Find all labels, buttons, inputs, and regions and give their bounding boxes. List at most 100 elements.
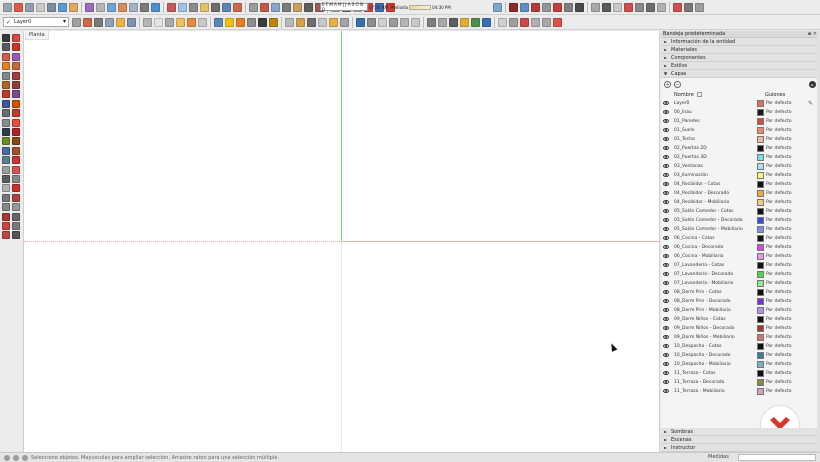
toolbar-button-icon[interactable] (613, 2, 622, 12)
layer-dash-type[interactable]: Por defecto (766, 101, 792, 106)
toolbar-button-icon[interactable] (307, 17, 316, 27)
tool-icon[interactable] (12, 62, 20, 71)
tool-icon[interactable] (2, 118, 10, 127)
toolbar-button-icon[interactable] (329, 17, 338, 27)
visibility-eye-icon[interactable] (663, 308, 669, 312)
layer-color-swatch[interactable] (757, 181, 764, 188)
layer-color-swatch[interactable] (757, 289, 764, 296)
tool-icon[interactable] (2, 156, 10, 165)
layer-dash-type[interactable]: Por defecto (766, 218, 792, 223)
layer-row[interactable]: Layer0 Por defecto ✎ (661, 99, 820, 108)
toolbar-button-icon[interactable] (189, 2, 198, 12)
layer-row[interactable]: 09_Dorm Niños - Mobiliario Por defecto (661, 333, 820, 342)
toolbar-button-icon[interactable] (438, 17, 447, 27)
layer-color-swatch[interactable] (757, 100, 764, 107)
tray-section[interactable]: ► Escenas (661, 436, 820, 444)
layer-dash-type[interactable]: Por defecto (766, 326, 792, 331)
drawing-viewport[interactable]: Planta (24, 31, 660, 452)
toolbar-button-icon[interactable] (58, 2, 67, 12)
toolbar-button-icon[interactable] (520, 17, 529, 27)
toolbar-button-icon[interactable] (165, 17, 174, 27)
layer-row[interactable]: 10_Despacho - Mobiliario Por defecto (661, 360, 820, 369)
toolbar-button-icon[interactable] (531, 2, 540, 12)
toolbar-button-icon[interactable] (83, 17, 92, 27)
visibility-eye-icon[interactable] (663, 173, 669, 177)
layer-dash-type[interactable]: Por defecto (766, 371, 792, 376)
toolbar-button-icon[interactable] (236, 17, 245, 27)
toolbar-button-icon[interactable] (94, 17, 103, 27)
layer-name[interactable]: 01_Techo (674, 137, 695, 142)
layer-row[interactable]: 06_Cocina - Cotas Por defecto (661, 234, 820, 243)
tool-icon[interactable] (2, 90, 10, 99)
layer-row[interactable]: 00_Inau Por defecto (661, 108, 820, 117)
remove-layer-button[interactable]: − (674, 81, 681, 88)
tool-icon[interactable] (2, 175, 10, 183)
toolbar-button-icon[interactable] (293, 2, 302, 12)
toolbar-button-icon[interactable] (657, 2, 666, 12)
toolbar-button-icon[interactable] (575, 2, 584, 12)
toolbar-button-icon[interactable] (211, 2, 220, 12)
toolbar-button-icon[interactable] (154, 17, 163, 27)
layer-dash-type[interactable]: Por defecto (766, 155, 792, 160)
visibility-eye-icon[interactable] (663, 128, 669, 132)
toolbar-button-icon[interactable] (36, 2, 45, 12)
visibility-eye-icon[interactable] (663, 272, 669, 276)
layer-row[interactable]: 08_Dorm Prin - Cotas Por defecto (661, 288, 820, 297)
layer-color-swatch[interactable] (757, 136, 764, 143)
layer-name[interactable]: 02_Puertas 3D (674, 155, 707, 160)
toolbar-button-icon[interactable] (564, 2, 573, 12)
layer-dash-type[interactable]: Por defecto (766, 317, 792, 322)
details-icon[interactable]: ▸ (809, 81, 816, 88)
tray-section[interactable]: ► Materiales (661, 46, 820, 54)
toolbar-button-icon[interactable] (69, 2, 78, 12)
tool-icon[interactable] (12, 156, 20, 165)
visibility-eye-icon[interactable] (663, 263, 669, 267)
toolbar-button-icon[interactable] (214, 17, 223, 27)
tool-icon[interactable] (2, 193, 10, 202)
layer-row[interactable]: 04_Recibidor - Mobiliario Por defecto (661, 198, 820, 207)
layer-color-swatch[interactable] (757, 253, 764, 260)
layer-row[interactable]: 04_Recibidor - Cotas Por defecto (661, 180, 820, 189)
toolbar-button-icon[interactable] (96, 2, 105, 12)
layer-color-swatch[interactable] (757, 109, 764, 116)
tray-section[interactable]: ► Componentes (661, 54, 820, 62)
collapsed-icon[interactable]: ► (664, 55, 669, 60)
geo-location-icon[interactable] (4, 454, 10, 461)
toolbar-button-icon[interactable] (493, 2, 502, 12)
tool-icon[interactable] (12, 193, 20, 202)
visibility-eye-icon[interactable] (663, 380, 669, 384)
tool-icon[interactable] (12, 212, 20, 221)
toolbar-button-icon[interactable] (285, 17, 294, 27)
tool-icon[interactable] (2, 137, 10, 146)
layer-row[interactable]: 05_Salón Comedor - Decorado Por defecto (661, 216, 820, 225)
visibility-eye-icon[interactable] (663, 326, 669, 330)
visibility-eye-icon[interactable] (663, 245, 669, 249)
tool-icon[interactable] (12, 90, 20, 99)
layer-row[interactable]: 01_Techo Por defecto (661, 135, 820, 144)
layer-row[interactable]: 11_Terraza - Decorado Por defecto (661, 378, 820, 387)
layer-dash-type[interactable]: Por defecto (766, 164, 792, 169)
layer-name[interactable]: 03_Iluminación (674, 173, 708, 178)
layer-row[interactable]: 07_Lavandería - Cotas Por defecto (661, 261, 820, 270)
layer-name[interactable]: 11_Terraza - Decorado (674, 380, 724, 385)
tool-icon[interactable] (12, 184, 20, 193)
layer-name[interactable]: 08_Dorm Prin - Mobiliario (674, 308, 731, 313)
layer-dash-type[interactable]: Por defecto (766, 389, 792, 394)
layer-color-swatch[interactable] (757, 370, 764, 377)
layer-name[interactable]: 01_Paredes (674, 119, 700, 124)
layer-name[interactable]: 05_Salón Comedor - Cotas (674, 209, 734, 214)
layer-name[interactable]: 10_Despacho - Mobiliario (674, 362, 731, 367)
layer-color-swatch[interactable] (757, 217, 764, 224)
tray-section[interactable]: ► Sombras (661, 428, 820, 436)
layer-color-swatch[interactable] (757, 145, 764, 152)
visibility-eye-icon[interactable] (663, 209, 669, 213)
tool-icon[interactable] (12, 43, 20, 52)
layer-dash-type[interactable]: Por defecto (766, 308, 792, 313)
visibility-eye-icon[interactable] (663, 236, 669, 240)
layer-dash-type[interactable]: Por defecto (766, 353, 792, 358)
visibility-eye-icon[interactable] (663, 191, 669, 195)
layer-dash-type[interactable]: Por defecto (766, 110, 792, 115)
collapsed-icon[interactable]: ► (664, 445, 669, 450)
visibility-eye-icon[interactable] (663, 218, 669, 222)
layer-color-swatch[interactable] (757, 343, 764, 350)
